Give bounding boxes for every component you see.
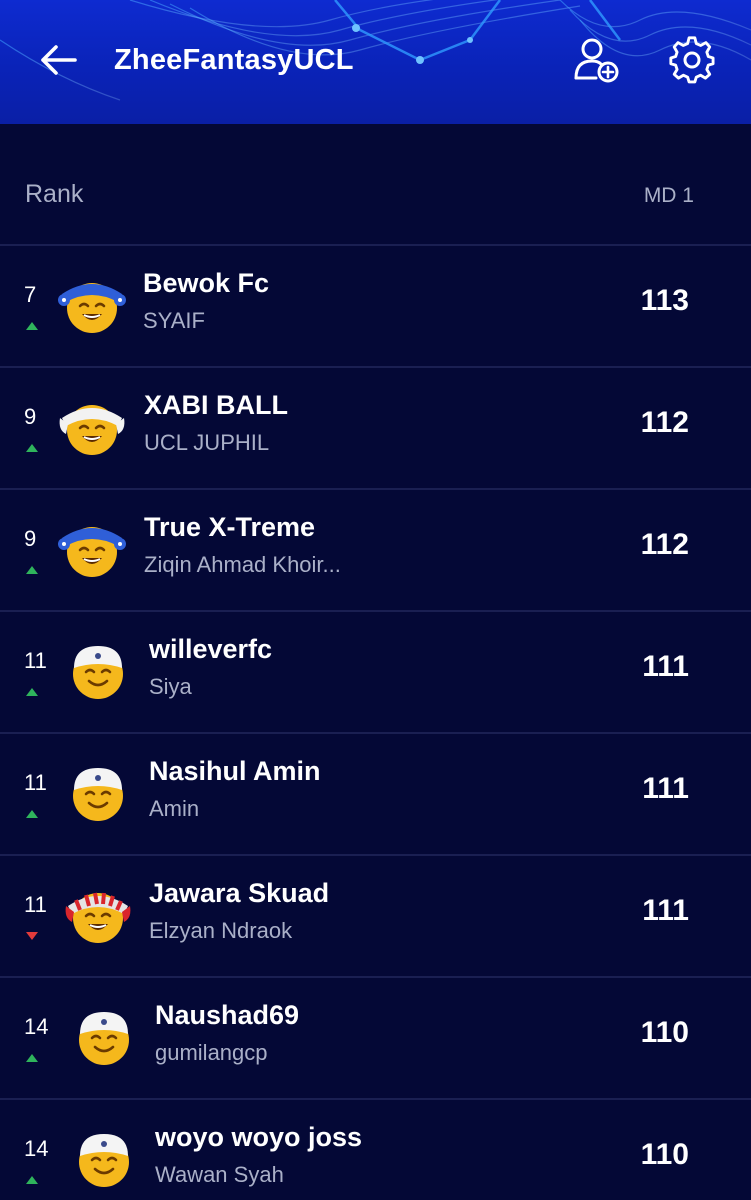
manager-name: Ziqin Ahmad Khoir... (144, 552, 341, 577)
leaderboard-row[interactable]: 11 Jawara Skuad Elzyan Ndraok 111 (0, 854, 751, 976)
matchday-points: 112 (640, 406, 689, 439)
team-name[interactable]: Bewok Fc (143, 268, 269, 299)
matchday-points: 111 (642, 650, 689, 683)
rank-up-icon (26, 688, 38, 696)
manager-name: Amin (149, 796, 200, 821)
avatar-icon (62, 756, 134, 828)
settings-button[interactable] (664, 34, 720, 86)
rank-up-icon (26, 566, 38, 574)
matchday-points: 111 (642, 894, 689, 927)
rank-up-icon (26, 810, 38, 818)
rank-number: 9 (24, 404, 37, 429)
leaderboard-column-headers: Rank MD 1 (0, 166, 751, 230)
manager-name: SYAIF (143, 308, 205, 333)
manager-name: UCL JUPHIL (144, 430, 270, 455)
team-name[interactable]: Jawara Skuad (149, 878, 329, 909)
leaderboard-row[interactable]: 11 Nasihul Amin Amin 111 (0, 732, 751, 854)
leaderboard-row[interactable]: 14 woyo woyo joss Wawan Syah 110 (0, 1098, 751, 1200)
matchday-points: 111 (642, 772, 689, 805)
matchday-points: 113 (640, 284, 689, 317)
user-add-icon (574, 38, 619, 83)
rank-number: 9 (24, 526, 37, 551)
rank-number: 11 (24, 648, 47, 673)
rank-up-icon (26, 1054, 38, 1062)
avatar-icon (68, 1122, 140, 1194)
team-name[interactable]: Nasihul Amin (149, 756, 321, 787)
manager-name: gumilangcp (155, 1040, 268, 1065)
matchday-column-header[interactable]: MD 1 (644, 184, 694, 208)
leaderboard-row[interactable]: 14 Naushad69 gumilangcp 110 (0, 976, 751, 1098)
avatar-icon (56, 268, 128, 340)
manager-name: Siya (149, 674, 192, 699)
leaderboard-list: 7 Bewok Fc SYAIF 113 9 XABI BALL UCL JUPHIL 112… (0, 244, 751, 1200)
matchday-points: 110 (640, 1138, 689, 1171)
leaderboard-row[interactable]: 7 Bewok Fc SYAIF 113 (0, 244, 751, 366)
avatar-icon (62, 878, 134, 950)
manager-name: Wawan Syah (155, 1162, 284, 1187)
header-background-pattern (0, 0, 751, 101)
manager-name: Elzyan Ndraok (149, 918, 293, 943)
add-user-button[interactable] (568, 34, 624, 86)
gear-icon (669, 36, 715, 84)
avatar-icon (68, 1000, 140, 1072)
rank-number: 14 (24, 1014, 49, 1039)
team-name[interactable]: woyo woyo joss (155, 1122, 362, 1153)
rank-number: 7 (24, 282, 37, 307)
app-header: ZheeFantasyUCL (0, 0, 751, 124)
arrow-left-icon (41, 45, 77, 75)
avatar-icon (62, 634, 134, 706)
matchday-points: 112 (640, 528, 689, 561)
leaderboard-row[interactable]: 9 XABI BALL UCL JUPHIL 112 (0, 366, 751, 488)
avatar-icon (56, 512, 128, 584)
page-title: ZheeFantasyUCL (114, 44, 354, 76)
avatar-icon (56, 390, 128, 462)
team-name[interactable]: willeverfc (149, 634, 272, 665)
rank-up-icon (26, 1176, 38, 1184)
rank-number: 11 (24, 892, 47, 917)
rank-number: 14 (24, 1136, 49, 1161)
team-name[interactable]: True X-Treme (144, 512, 315, 543)
back-button[interactable] (36, 38, 80, 82)
matchday-points: 110 (640, 1016, 689, 1049)
rank-up-icon (26, 444, 38, 452)
rank-column-header: Rank (25, 180, 84, 208)
rank-number: 11 (24, 770, 47, 795)
leaderboard-row[interactable]: 9 True X-Treme Ziqin Ahmad Khoir... 112 (0, 488, 751, 610)
rank-up-icon (26, 322, 38, 330)
rank-down-icon (26, 932, 38, 940)
team-name[interactable]: Naushad69 (155, 1000, 299, 1031)
team-name[interactable]: XABI BALL (144, 390, 288, 421)
leaderboard-row[interactable]: 11 willeverfc Siya 111 (0, 610, 751, 732)
